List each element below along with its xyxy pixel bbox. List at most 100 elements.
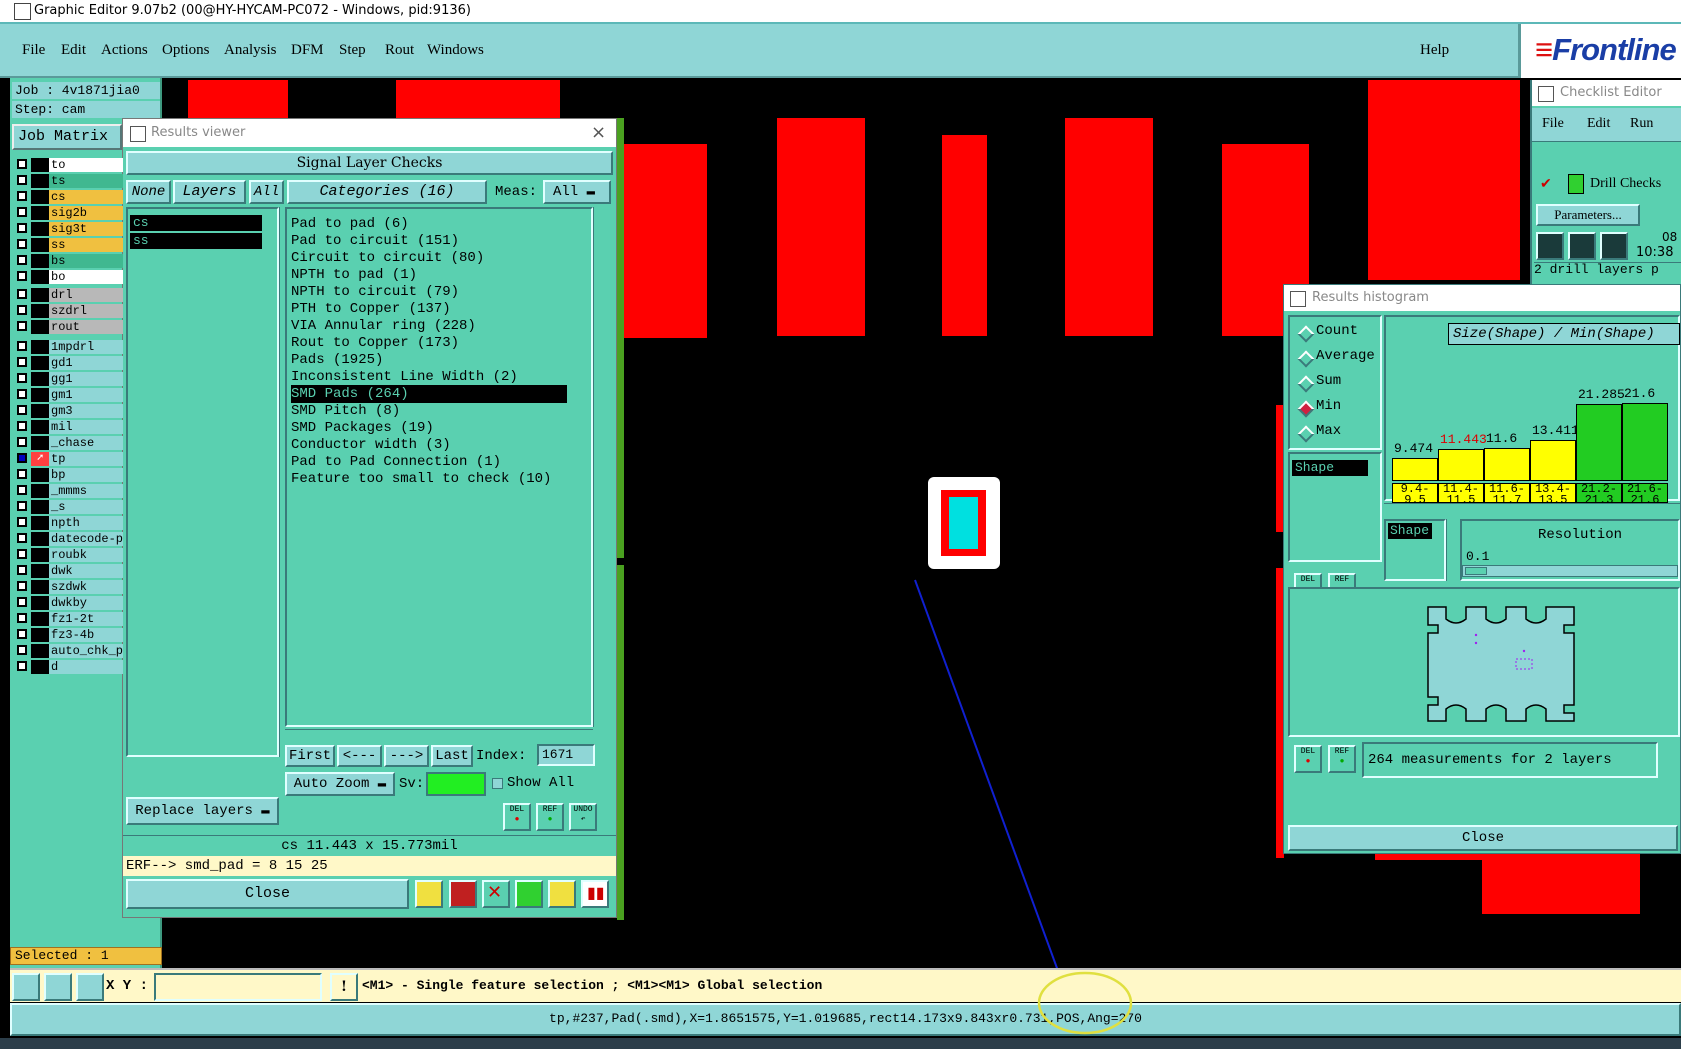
layer-row[interactable]: _s <box>15 500 123 514</box>
category-item[interactable]: VIA Annular ring (228) <box>291 317 581 335</box>
layer-row[interactable]: gm3 <box>15 404 123 418</box>
next-button[interactable]: ---> <box>384 745 429 767</box>
categories-list[interactable]: Pad to pad (6) Pad to circuit (151) Circui… <box>285 207 593 727</box>
auto-zoom-dropdown[interactable]: Auto Zoom ▬ <box>285 772 395 796</box>
layer-checkbox[interactable] <box>17 469 27 479</box>
layer-row[interactable]: szdrl <box>15 304 123 318</box>
layer-row[interactable]: sig2b <box>15 206 123 220</box>
category-item[interactable]: Circuit to circuit (80) <box>291 249 581 267</box>
category-item[interactable]: PTH to Copper (137) <box>291 300 581 318</box>
menu-file[interactable]: File <box>22 42 45 59</box>
layer-checkbox[interactable] <box>17 485 27 495</box>
first-button[interactable]: First <box>285 745 335 767</box>
xy-input[interactable] <box>154 973 322 1001</box>
preview-del-button[interactable]: DEL ● <box>1294 745 1322 773</box>
radio-max[interactable] <box>1297 425 1315 443</box>
list-icon[interactable] <box>548 880 576 908</box>
list-item[interactable]: cs <box>130 215 262 231</box>
del-button[interactable]: DEL ● <box>503 803 531 831</box>
radio-min[interactable] <box>1297 400 1315 418</box>
prev-button[interactable]: <--- <box>337 745 382 767</box>
layer-checkbox[interactable] <box>17 517 27 527</box>
layer-checkbox[interactable] <box>17 289 27 299</box>
preview-ref-button[interactable]: REF ● <box>1328 745 1356 773</box>
layer-row[interactable]: bp <box>15 468 123 482</box>
layer-checkbox[interactable] <box>17 629 27 639</box>
ce-menu-run[interactable]: Run <box>1630 116 1653 132</box>
undo-button[interactable]: UNDO ↶ <box>569 803 597 831</box>
menu-options[interactable]: Options <box>162 42 210 59</box>
menu-step[interactable]: Step <box>339 42 366 59</box>
layer-checkbox[interactable] <box>17 357 27 367</box>
none-button[interactable]: None <box>126 180 171 204</box>
category-item[interactable]: Rout to Copper (173) <box>291 334 581 352</box>
report-icon[interactable] <box>415 880 443 908</box>
number-icon[interactable] <box>515 880 543 908</box>
layer-checkbox[interactable] <box>17 421 27 431</box>
layer-row[interactable]: bo <box>15 270 123 284</box>
category-item[interactable]: SMD Pads (264) <box>291 385 567 403</box>
layer-checkbox[interactable] <box>17 565 27 575</box>
list-item[interactable]: ss <box>130 233 262 249</box>
layers-button[interactable]: Layers <box>173 180 246 204</box>
layer-checkbox[interactable] <box>17 501 27 511</box>
menu-rout[interactable]: Rout <box>385 42 414 59</box>
categories-button[interactable]: Categories (16) <box>287 180 487 204</box>
shape-list[interactable]: Shape <box>1288 452 1382 562</box>
image-icon[interactable] <box>449 880 477 908</box>
layer-row[interactable]: mil <box>15 420 123 434</box>
ce-menu-edit[interactable]: Edit <box>1587 116 1610 132</box>
histogram-hscrollbar[interactable] <box>1384 503 1680 515</box>
grid-icon[interactable] <box>76 973 104 1001</box>
measure-icon[interactable] <box>44 973 72 1001</box>
ce-menu-file[interactable]: File <box>1542 116 1564 132</box>
category-item[interactable]: Pad to pad (6) <box>291 215 581 233</box>
close-button[interactable]: Close <box>126 879 409 909</box>
slider-handle[interactable] <box>1465 567 1487 575</box>
layer-checkbox[interactable] <box>17 437 27 447</box>
layer-row[interactable]: ss <box>15 238 123 252</box>
category-item[interactable]: Pad to circuit (151) <box>291 232 581 250</box>
layer-row[interactable]: gd1 <box>15 356 123 370</box>
category-item[interactable]: SMD Packages (19) <box>291 419 581 437</box>
check-mark-icon[interactable]: ✔ <box>1540 176 1552 192</box>
parameters-button[interactable]: Parameters... <box>1536 204 1640 226</box>
job-matrix-button[interactable]: Job Matrix <box>12 124 122 150</box>
categories-scrollbar[interactable] <box>593 207 609 727</box>
radio-average[interactable] <box>1297 350 1315 368</box>
menu-analysis[interactable]: Analysis <box>224 42 277 59</box>
layer-row[interactable]: cs <box>15 190 123 204</box>
layer-row[interactable]: d <box>15 660 123 674</box>
ref-button[interactable]: REF ● <box>536 803 564 831</box>
category-item[interactable]: NPTH to pad (1) <box>291 266 581 284</box>
layer-checkbox[interactable] <box>17 223 27 233</box>
layer-row[interactable]: npth <box>15 516 123 530</box>
layer-checkbox[interactable] <box>17 373 27 383</box>
layer-checkbox[interactable] <box>17 581 27 591</box>
layer-row[interactable]: ➚ tp <box>15 452 123 466</box>
layer-checkbox[interactable] <box>17 321 27 331</box>
close-icon[interactable]: × <box>591 119 606 147</box>
histogram-bar[interactable] <box>1576 404 1622 481</box>
all-button[interactable]: All <box>249 180 284 204</box>
layer-row[interactable]: 1mpdrl <box>15 340 123 354</box>
category-item[interactable]: Conductor width (3) <box>291 436 581 454</box>
run-icon[interactable] <box>1568 232 1596 260</box>
histogram-close-button[interactable]: Close <box>1288 825 1678 851</box>
radio-count[interactable] <box>1297 325 1315 343</box>
layer-row[interactable]: datecode-p <box>15 532 123 546</box>
layer-checkbox[interactable] <box>17 271 27 281</box>
layer-checkbox[interactable] <box>17 159 27 169</box>
layer-checkbox[interactable] <box>17 207 27 217</box>
layer-row[interactable]: sig3t <box>15 222 123 236</box>
menu-edit[interactable]: Edit <box>61 42 86 59</box>
run-icon[interactable] <box>1536 232 1564 260</box>
menu-actions[interactable]: Actions <box>101 42 148 59</box>
category-item[interactable]: Inconsistent Line Width (2) <box>291 368 581 386</box>
layer-row[interactable]: gg1 <box>15 372 123 386</box>
layer-row[interactable]: auto_chk_p <box>15 644 123 658</box>
histogram-bar[interactable] <box>1438 449 1484 481</box>
layer-checkbox[interactable] <box>17 191 27 201</box>
delete-results-icon[interactable]: ✕ <box>482 880 510 908</box>
histogram-bar[interactable] <box>1392 458 1438 481</box>
